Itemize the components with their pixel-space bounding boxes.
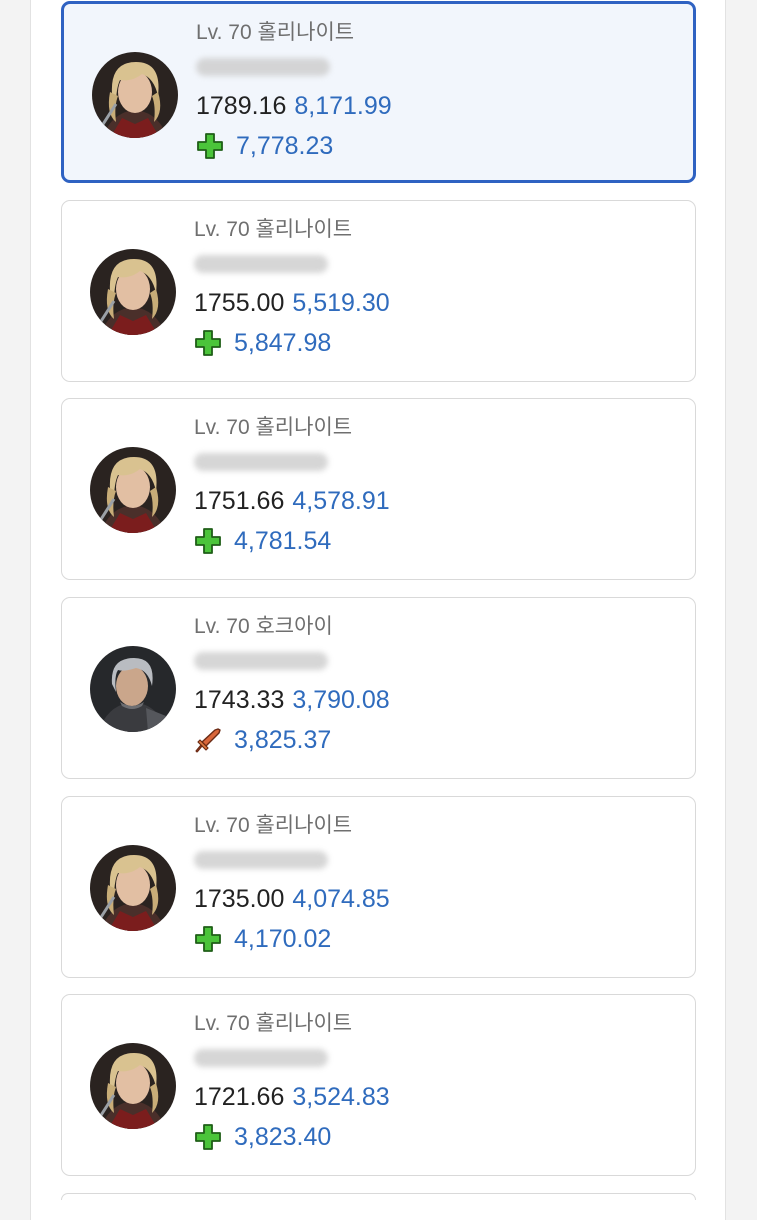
combat-score: 3,790.08 [292,686,390,714]
combat-score: 4,074.85 [292,885,390,913]
role-score: 3,823.40 [234,1123,332,1151]
combat-score: 5,519.30 [292,289,390,317]
holy-knight-portrait-icon [90,845,176,931]
character-avatar [90,447,176,533]
blurred-character-name [194,851,328,869]
character-stats: 1751.66 4,578.91 [194,485,685,517]
character-card[interactable]: Lv. 70 홀리나이트 1721.66 3,524.83 3,823.40 [61,994,696,1176]
item-level: 1721.66 [194,1083,285,1111]
item-level: 1735.00 [194,885,285,913]
green-cross-icon [194,527,222,555]
character-avatar [90,1043,176,1129]
character-card[interactable]: Lv. 70 홀리나이트 1735.00 4,074.85 4,170.02 [61,796,696,978]
combat-score: 8,171.99 [294,92,392,120]
item-level: 1789.16 [196,92,287,120]
blurred-character-name [196,58,330,76]
role-score-row: 5,847.98 [194,327,685,359]
role-score: 4,170.02 [234,925,332,953]
role-score-row: 4,781.54 [194,525,685,557]
green-cross-icon [196,132,224,160]
role-score-row: 7,778.23 [196,130,683,162]
character-level-class: Lv. 70 홀리나이트 [196,21,355,44]
character-stats: 1735.00 4,074.85 [194,883,685,915]
character-avatar [90,646,176,732]
holy-knight-portrait-icon [90,447,176,533]
item-level: 1751.66 [194,487,285,515]
character-level-class: Lv. 70 홀리나이트 [194,1012,353,1035]
holy-knight-portrait-icon [90,1043,176,1129]
role-score-row: 3,825.37 [194,724,685,756]
role-score: 5,847.98 [234,329,332,357]
character-card[interactable]: Lv. 70 홀리나이트 1751.66 4,578.91 4,781.54 [61,398,696,580]
blurred-character-name [194,255,328,273]
character-avatar [90,845,176,931]
blurred-character-name [194,652,328,670]
character-stats: 1743.33 3,790.08 [194,684,685,716]
item-level: 1755.00 [194,289,285,317]
character-card-partial[interactable] [61,1193,696,1200]
role-score: 3,825.37 [234,726,332,754]
character-level-class: Lv. 70 호크아이 [194,615,333,638]
combat-score: 4,578.91 [292,487,390,515]
character-level-class: Lv. 70 홀리나이트 [194,218,353,241]
character-card[interactable]: Lv. 70 홀리나이트 1789.16 8,171.99 7,778.23 [61,1,696,183]
combat-score: 3,524.83 [292,1083,390,1111]
character-stats: 1789.16 8,171.99 [196,90,683,122]
role-score: 4,781.54 [234,527,332,555]
character-stats: 1755.00 5,519.30 [194,287,685,319]
sword-icon [194,726,222,754]
green-cross-icon [194,329,222,357]
character-avatar [90,249,176,335]
character-avatar [92,52,178,138]
character-card[interactable]: Lv. 70 호크아이 1743.33 3,790.08 3,825.37 [61,597,696,779]
hawkeye-portrait-icon [90,646,176,732]
holy-knight-portrait-icon [90,249,176,335]
character-level-class: Lv. 70 홀리나이트 [194,814,353,837]
holy-knight-portrait-icon [92,52,178,138]
character-card[interactable]: Lv. 70 홀리나이트 1755.00 5,519.30 5,847.98 [61,200,696,382]
blurred-character-name [194,453,328,471]
green-cross-icon [194,1123,222,1151]
green-cross-icon [194,925,222,953]
role-score: 7,778.23 [236,132,334,160]
blurred-character-name [194,1049,328,1067]
character-level-class: Lv. 70 홀리나이트 [194,416,353,439]
item-level: 1743.33 [194,686,285,714]
character-stats: 1721.66 3,524.83 [194,1081,685,1113]
role-score-row: 3,823.40 [194,1121,685,1153]
role-score-row: 4,170.02 [194,923,685,955]
